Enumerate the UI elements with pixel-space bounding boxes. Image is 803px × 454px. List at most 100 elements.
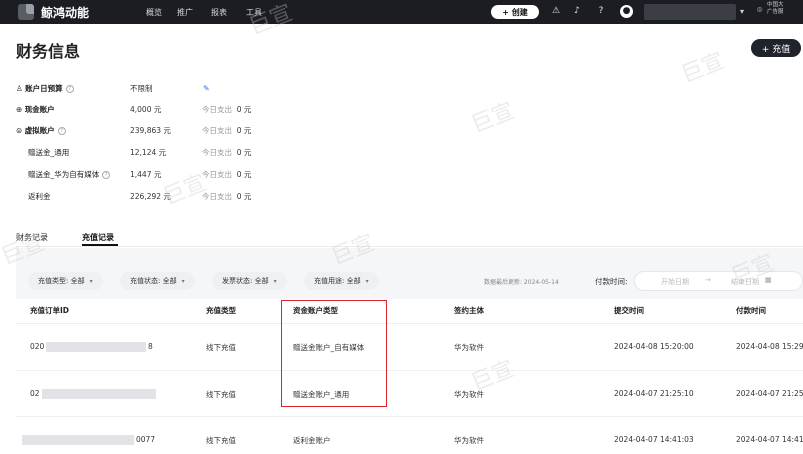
- today-label: 今日支出: [202, 191, 232, 201]
- recharge-table: 充值订单ID 充值类型 资金账户类型 签约主体 提交时间 付款时间 020 8 …: [16, 299, 803, 454]
- filter-recharge-status[interactable]: 充值状态: 全部 ▾: [120, 272, 195, 290]
- fin-label-rebate: 返利金: [28, 191, 51, 201]
- submit-time-cell: 2024-04-07 21:25:10: [614, 389, 694, 398]
- virtual-icon: ⊜: [16, 125, 23, 135]
- chevron-down-icon: ▾: [273, 277, 277, 285]
- chevron-down-icon: ▾: [89, 277, 93, 285]
- today-value: 0 元: [236, 169, 252, 179]
- submit-time-cell: 2024-04-07 14:41:03: [614, 435, 694, 444]
- entity-cell: 华为软件: [454, 343, 484, 352]
- help-icon[interactable]: ?: [102, 170, 111, 179]
- order-id-prefix: 02: [30, 389, 40, 398]
- col-recharge-type: 充值类型: [206, 306, 236, 315]
- pay-time-cell: 2024-04-08 15:29: [736, 342, 803, 351]
- recharge-type-cell: 线下充值: [206, 436, 236, 445]
- nav-overview[interactable]: 概览: [146, 7, 162, 18]
- filter-invoice-status[interactable]: 发票状态: 全部 ▾: [212, 272, 287, 290]
- recharge-button[interactable]: + 充值: [751, 39, 801, 57]
- entity-cell: 华为软件: [454, 390, 484, 399]
- fin-value-gift-general: 12,124 元: [130, 147, 167, 157]
- calendar-icon[interactable]: ▦: [765, 276, 772, 284]
- brand-name: 鲸鸿动能: [41, 6, 90, 20]
- tab-recharge-records[interactable]: 充值记录: [82, 232, 114, 243]
- create-button[interactable]: + 创建: [491, 5, 539, 19]
- order-id-suffix: 0077: [136, 435, 156, 444]
- today-value: 0 元: [236, 125, 252, 135]
- tab-divider: [16, 246, 803, 247]
- filter-invoice-status-label: 发票状态: 全部: [222, 277, 269, 285]
- cash-icon: ⊕: [16, 104, 23, 114]
- today-value: 0 元: [236, 191, 252, 201]
- recharge-type-cell: 线下充值: [206, 390, 236, 399]
- tab-finance-records[interactable]: 财务记录: [16, 232, 48, 243]
- filter-recharge-purpose-label: 充值用途: 全部: [314, 277, 361, 285]
- alert-icon[interactable]: ⚠: [551, 6, 561, 16]
- order-id-redacted: [42, 389, 156, 399]
- entity-cell: 华为软件: [454, 436, 484, 445]
- arrow-right-icon: →: [705, 276, 711, 284]
- col-pay-time: 付款时间: [736, 306, 766, 315]
- filter-recharge-purpose[interactable]: 充值用途: 全部 ▾: [304, 272, 379, 290]
- bell-icon[interactable]: ♪: [572, 6, 582, 16]
- end-date-input[interactable]: 结束日期: [731, 277, 759, 287]
- fin-today-cash: 今日支出 0 元: [202, 104, 251, 115]
- chevron-down-icon[interactable]: ▾: [740, 7, 744, 16]
- highlight-box-account-type: [281, 300, 387, 407]
- fin-label-budget: 账户日预算: [25, 83, 63, 93]
- logo-icon: [18, 4, 34, 20]
- account-org-line1: 中国大: [767, 2, 784, 8]
- pay-time-cell: 2024-04-07 21:25: [736, 389, 803, 398]
- fin-label-gift-huawei: 赠送金_华为自有媒体: [28, 169, 100, 179]
- row-divider: [16, 416, 803, 417]
- help-icon[interactable]: ?: [65, 84, 74, 93]
- today-value: 0 元: [236, 104, 252, 114]
- fin-label-cash: 现金账户: [24, 104, 55, 114]
- filter-recharge-type[interactable]: 充值类型: 全部 ▾: [28, 272, 103, 290]
- help-icon[interactable]: ?: [57, 126, 66, 135]
- fin-label-virtual: 虚拟账户: [24, 125, 55, 135]
- account-name-redacted[interactable]: [644, 4, 736, 20]
- pay-time-cell: 2024-04-07 14:41: [736, 435, 803, 444]
- row-divider: [16, 370, 803, 371]
- page-title: 财务信息: [16, 42, 81, 61]
- account-org[interactable]: 中国大 广告服: [767, 2, 784, 16]
- fin-value-rebate: 226,292 元: [130, 191, 171, 201]
- avatar[interactable]: ●: [620, 5, 633, 18]
- nav-tools[interactable]: 工具: [246, 7, 262, 18]
- filter-recharge-type-label: 充值类型: 全部: [38, 277, 85, 285]
- today-label: 今日支出: [202, 125, 232, 135]
- budget-icon: ♙: [16, 83, 23, 93]
- order-id-redacted: [46, 342, 146, 352]
- date-range-picker[interactable]: 开始日期 → 结束日期 ▦: [634, 271, 803, 291]
- chevron-down-icon: ▾: [365, 277, 369, 285]
- edit-icon[interactable]: ✎: [203, 84, 210, 93]
- order-id-redacted: [22, 435, 134, 445]
- nav-promotion[interactable]: 推广: [177, 7, 193, 18]
- table-header-divider: [16, 323, 803, 324]
- location-icon: ⌾: [757, 6, 763, 16]
- fin-value-gift-huawei: 1,447 元: [130, 169, 162, 179]
- fin-today-rebate: 今日支出 0 元: [202, 191, 251, 202]
- fin-value-budget: 不限制: [130, 83, 153, 93]
- start-date-input[interactable]: 开始日期: [661, 277, 689, 287]
- today-label: 今日支出: [202, 104, 232, 114]
- today-value: 0 元: [236, 147, 252, 157]
- account-type-cell: 返利金账户: [293, 436, 331, 445]
- fin-today-gift-huawei: 今日支出 0 元: [202, 169, 251, 180]
- pay-time-label: 付款时间:: [595, 277, 628, 286]
- fin-value-virtual: 239,863 元: [130, 125, 171, 135]
- order-id-prefix: 020: [30, 342, 45, 351]
- data-updated-text: 数据最后更新: 2024-05-14: [484, 279, 559, 286]
- recharge-type-cell: 线下充值: [206, 343, 236, 352]
- fin-label-gift-general: 赠送金_通用: [28, 147, 70, 157]
- order-id-suffix: 8: [148, 342, 153, 351]
- col-order-id: 充值订单ID: [30, 306, 70, 315]
- top-navigation-bar: 鲸鸿动能 概览 推广 报表 工具 + 创建 ⚠ ♪ ? ● ▾ ⌾ 中国大 广告…: [0, 0, 803, 24]
- help-icon[interactable]: ?: [596, 6, 606, 16]
- chevron-down-icon: ▾: [181, 277, 185, 285]
- filter-recharge-status-label: 充值状态: 全部: [130, 277, 177, 285]
- col-entity: 签约主体: [454, 306, 484, 315]
- col-submit-time: 提交时间: [614, 306, 644, 315]
- fin-today-virtual: 今日支出 0 元: [202, 125, 251, 136]
- nav-reports[interactable]: 报表: [211, 7, 227, 18]
